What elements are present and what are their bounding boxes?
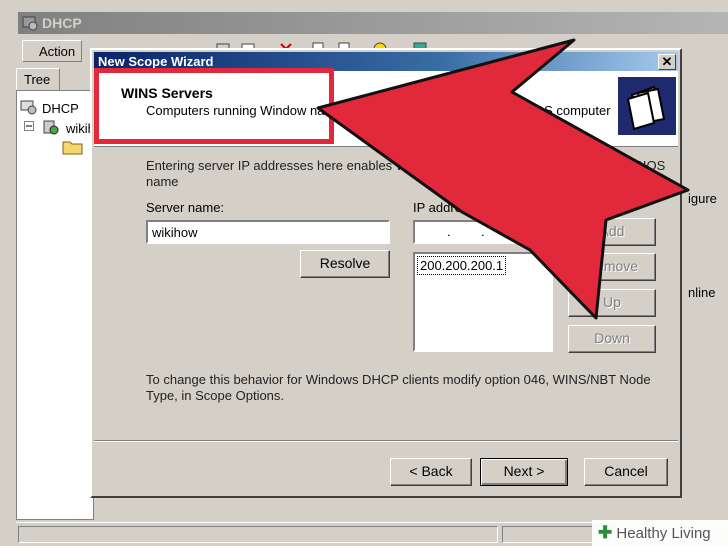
divider [94, 440, 678, 442]
wizard-folders-graphic [618, 77, 676, 135]
folder-icon [62, 141, 83, 155]
ip-address-label: IP addre [413, 200, 462, 215]
action-menu[interactable]: Action [22, 40, 82, 62]
list-item[interactable]: 200.200.200.1 [417, 256, 507, 275]
dhcp-tree-icon [20, 100, 37, 115]
highlight-box [94, 68, 334, 144]
right-pane-text: igure [688, 191, 717, 206]
intro-text-fragment: e [638, 158, 646, 173]
collapse-icon[interactable] [24, 121, 34, 131]
right-pane-text: nline [688, 285, 716, 300]
footer-note: To change this behavior for Windows DHCP… [146, 372, 651, 403]
ip-dot: . [481, 224, 485, 239]
intro-text: Entering server IP addresses here enable… [146, 158, 666, 189]
wizard-title: New Scope Wizard [98, 54, 214, 69]
plus-icon: ✚ [598, 523, 613, 542]
back-button[interactable]: < Back [390, 458, 472, 486]
tab-tree[interactable]: Tree [16, 68, 60, 92]
dhcp-window-title: DHCP [42, 15, 82, 31]
up-button[interactable]: Up [568, 289, 656, 317]
dhcp-app-icon [22, 16, 38, 31]
status-cell [18, 526, 498, 543]
close-icon: ✕ [661, 54, 673, 69]
page-subtitle-fragment: OS computer [534, 103, 611, 118]
down-button[interactable]: Down [568, 325, 656, 353]
ip-dot: . [447, 224, 451, 239]
server-icon [43, 120, 59, 135]
resolve-button[interactable]: Resolve [300, 250, 390, 278]
next-button[interactable]: Next > [480, 458, 568, 486]
remove-button[interactable]: Remove [568, 253, 656, 281]
cancel-button[interactable]: Cancel [584, 458, 668, 486]
dhcp-titlebar: DHCP [18, 12, 728, 34]
close-button[interactable]: ✕ [658, 54, 676, 70]
server-name-label: Server name: [146, 200, 225, 215]
watermark: ✚ Healthy Living [592, 520, 728, 546]
folders-icon [626, 85, 666, 131]
add-button[interactable]: Add [568, 218, 656, 246]
tree-item-dhcp[interactable]: DHCP [42, 101, 79, 116]
server-name-input[interactable] [146, 220, 390, 244]
ip-address-list[interactable]: 200.200.200.1 [413, 252, 553, 352]
watermark-text: Healthy Living [616, 525, 711, 542]
ip-address-input[interactable]: . . [413, 220, 553, 244]
